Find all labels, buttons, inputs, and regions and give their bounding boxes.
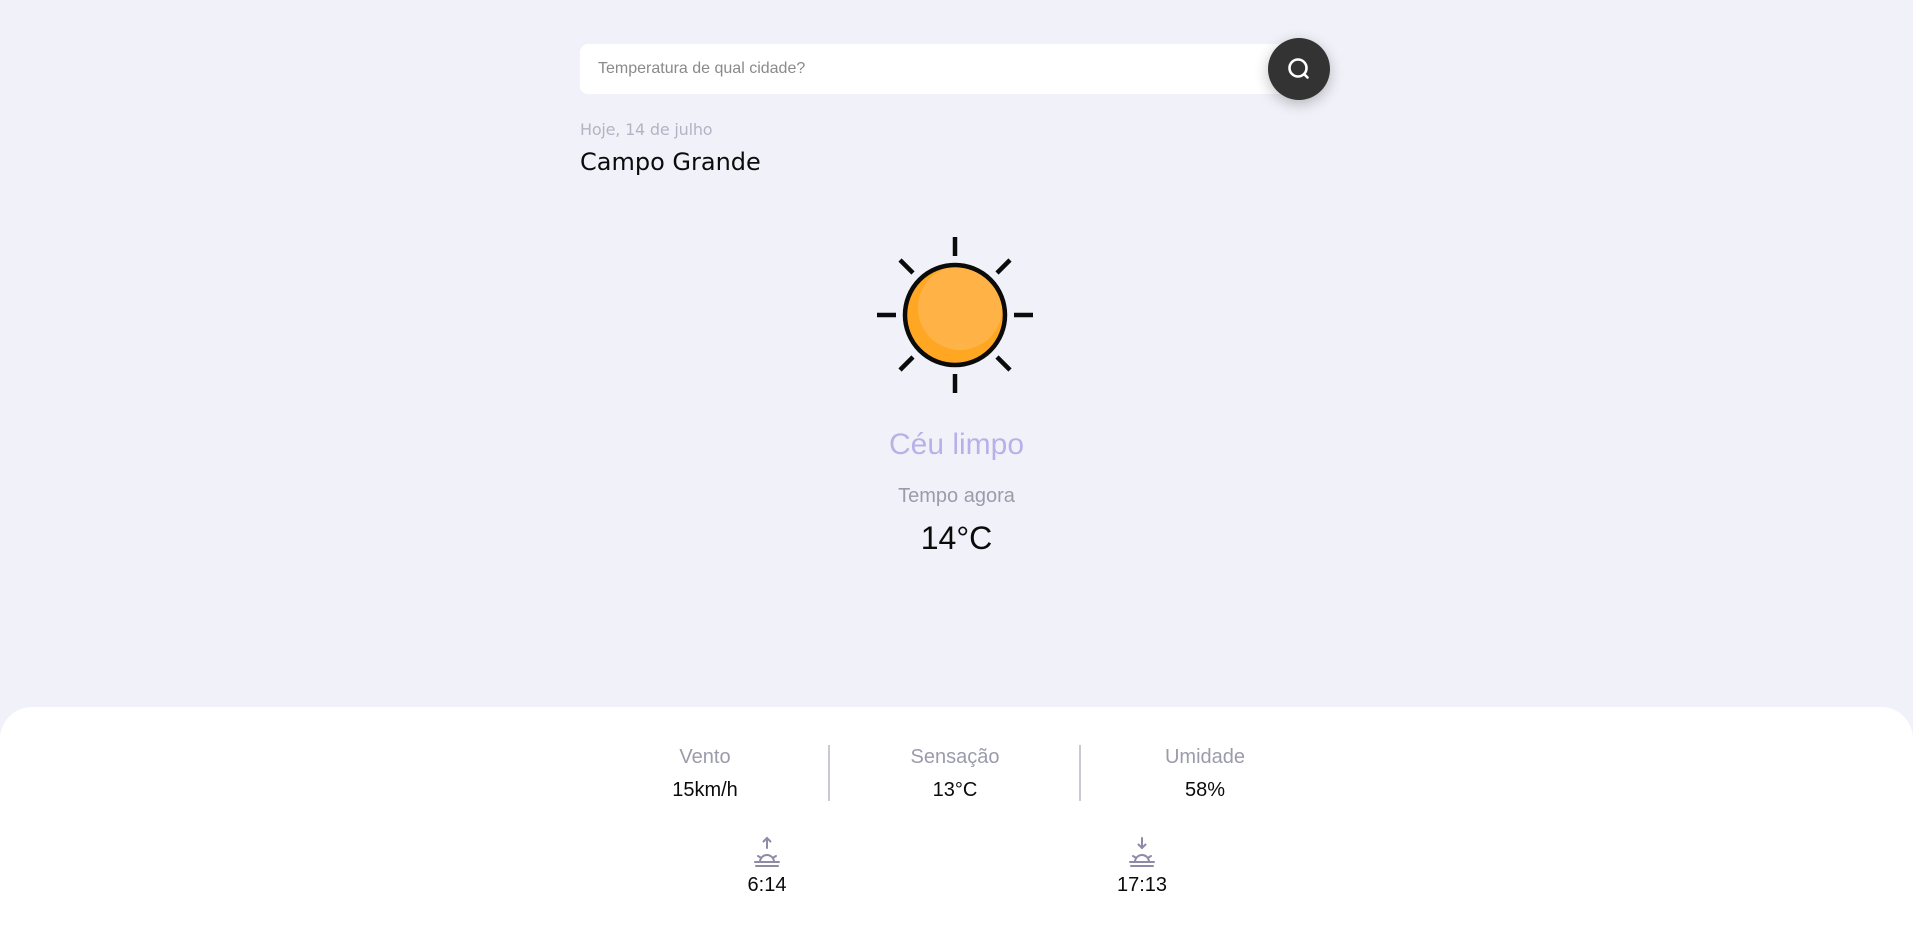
feels-like-label: Sensação [910,746,1000,768]
sunset-time: 17:13 [1116,874,1168,896]
feels-like-metric: Sensação 13°C [830,744,1080,803]
search-icon [1288,58,1309,79]
sunrise-icon [754,836,780,867]
wind-metric: Vento 15km/h [580,744,830,803]
humidity-value: 58% [1184,779,1226,801]
weather-app: Hoje, 14 de julho Campo Grande Céu limpo… [0,0,1913,935]
city-name: Campo Grande [580,148,761,176]
feels-like-value: 13°C [932,779,978,801]
search-button[interactable] [1268,38,1330,100]
sunset: 17:13 [1082,836,1202,898]
sun-icon [877,237,1033,393]
sunrise: 6:14 [707,836,827,898]
sunrise-time: 6:14 [747,874,787,896]
wind-label: Vento [679,746,731,768]
search-bar [580,44,1292,94]
wind-value: 15km/h [672,779,738,801]
humidity-metric: Umidade 58% [1080,744,1330,803]
sunset-icon [1129,837,1155,867]
humidity-label: Umidade [1164,746,1246,768]
current-weather-label: Tempo agora [898,485,1015,507]
weather-condition: Céu limpo [888,428,1025,461]
search-input[interactable] [580,44,1220,94]
current-temperature: 14°C [920,520,993,556]
date-label: Hoje, 14 de julho [580,120,713,139]
details-panel [0,707,1913,935]
